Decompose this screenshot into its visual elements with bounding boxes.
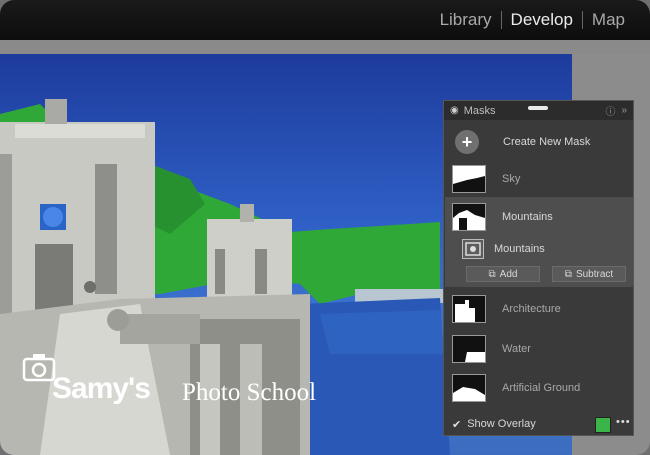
mask-item-water[interactable]: Water <box>444 333 635 365</box>
mountains-mask-thumbnail <box>452 203 486 231</box>
subtract-button-label: Subtract <box>575 268 614 280</box>
overlay-color-swatch[interactable] <box>595 417 611 433</box>
mask-label-architecture: Architecture <box>502 303 561 315</box>
mask-label-sky: Sky <box>502 173 521 185</box>
mask-item-architecture[interactable]: Architecture <box>444 293 635 325</box>
module-map[interactable]: Map <box>583 10 634 30</box>
component-subject-icon <box>462 239 484 259</box>
more-options-icon[interactable]: ••• <box>616 416 631 428</box>
samys-photo-school-logo: Samy's Photo School <box>22 352 352 412</box>
masks-panel-header[interactable]: ◉ Masks ⓘ » <box>444 101 633 120</box>
masks-panel-title: Masks <box>463 104 496 117</box>
artificial-ground-mask-thumbnail <box>452 374 486 402</box>
toolbar-strip <box>0 40 650 54</box>
collapse-icon[interactable]: » <box>621 105 627 116</box>
masks-panel: ◉ Masks ⓘ » + Create New Mask Sky Mounta… <box>443 100 634 436</box>
logo-text-samys: Samy's <box>52 372 151 405</box>
sky-mask-thumbnail <box>452 165 486 193</box>
subtract-button[interactable]: ⧉ Subtract <box>552 266 626 282</box>
subtract-component-icon: ⧉ <box>564 268 572 280</box>
mask-component-mountains[interactable]: Mountains <box>444 237 635 261</box>
module-develop[interactable]: Develop <box>502 10 582 30</box>
help-icon[interactable]: ⓘ <box>605 103 615 118</box>
mask-item-artificial-ground[interactable]: Artificial Ground <box>444 372 635 404</box>
plus-icon[interactable]: + <box>455 130 479 154</box>
create-new-mask-label: Create New Mask <box>503 136 591 148</box>
camera-icon <box>22 354 56 382</box>
drag-handle[interactable] <box>528 106 548 110</box>
water-mask-thumbnail <box>452 335 486 363</box>
add-button[interactable]: ⧉ Add <box>466 266 540 282</box>
mask-label-mountains: Mountains <box>502 211 553 223</box>
add-component-icon: ⧉ <box>488 268 496 280</box>
eye-icon[interactable]: ◉ <box>450 105 459 116</box>
architecture-mask-thumbnail <box>452 295 486 323</box>
module-library[interactable]: Library <box>431 10 501 30</box>
logo-text-photo-school: Photo School <box>182 379 317 406</box>
component-label-mountains: Mountains <box>494 243 545 255</box>
app-frame: Library Develop Map Samy's Photo School … <box>0 0 650 455</box>
create-new-mask-row[interactable]: + Create New Mask <box>444 127 635 157</box>
module-picker: Library Develop Map <box>0 0 650 40</box>
show-overlay-label: Show Overlay <box>467 418 536 430</box>
mask-item-sky[interactable]: Sky <box>444 163 635 195</box>
mask-item-mountains[interactable]: Mountains <box>444 201 635 233</box>
show-overlay-row: ✔ Show Overlay ••• <box>444 413 635 435</box>
show-overlay-checkbox[interactable]: ✔ <box>452 418 461 431</box>
add-button-label: Add <box>499 268 518 280</box>
mask-label-water: Water <box>502 343 531 355</box>
mask-label-artificial-ground: Artificial Ground <box>502 382 581 394</box>
